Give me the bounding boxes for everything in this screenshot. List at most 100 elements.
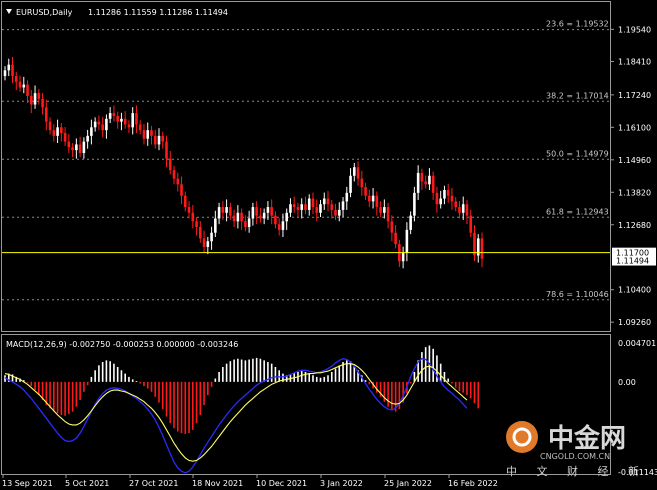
candle-body	[443, 190, 446, 199]
candle-body	[3, 70, 7, 77]
candle-body	[217, 207, 221, 219]
candle-body	[82, 141, 86, 153]
candle-body	[206, 241, 210, 247]
candle-body	[22, 84, 26, 88]
candle-body	[90, 127, 93, 136]
candle-body	[29, 96, 33, 105]
time-tick-label: 13 Sep 2021	[2, 479, 53, 488]
candle-body	[360, 178, 364, 188]
fib-level-label: 23.6 = 1.19532	[546, 20, 609, 29]
candle-body	[326, 198, 330, 205]
fib-level-label: 61.8 = 1.12943	[546, 207, 609, 216]
candle-body	[26, 84, 29, 96]
candle-body	[127, 124, 131, 128]
candle-body	[390, 221, 394, 233]
candle-body	[180, 184, 183, 196]
candle-body	[63, 133, 67, 142]
candle-body	[368, 195, 371, 202]
candle-body	[416, 172, 420, 193]
candle-body	[161, 135, 165, 142]
candle-body	[465, 204, 469, 216]
candle-body	[394, 232, 397, 245]
price-tick-label: 1.14960	[618, 156, 651, 165]
candle-body	[424, 181, 427, 185]
candle-body	[153, 135, 157, 145]
candle-body	[244, 221, 247, 228]
candle-body	[108, 113, 112, 119]
candle-body	[37, 93, 41, 99]
candle-body	[214, 218, 217, 233]
candle-body	[135, 113, 138, 125]
candle-body	[14, 76, 18, 82]
candle-body	[142, 130, 146, 139]
candle-body	[60, 127, 63, 134]
price-tick-label: 1.13820	[618, 188, 651, 197]
watermark-logo-icon	[506, 421, 538, 453]
candle-body	[480, 238, 484, 259]
candle-body	[11, 64, 14, 77]
candle-body	[345, 192, 349, 202]
candle-body	[259, 215, 262, 219]
candle-body	[172, 170, 176, 179]
candle-body	[383, 207, 386, 213]
candle-body	[322, 198, 326, 205]
candle-body	[401, 252, 405, 262]
candle-body	[176, 178, 180, 185]
candle-body	[266, 207, 270, 213]
price-tick-label: 1.17240	[618, 91, 651, 100]
candle-body	[191, 212, 195, 222]
current-price-label: 1.11494	[616, 257, 649, 266]
candle-body	[221, 207, 225, 213]
candle-body	[229, 207, 232, 216]
candle-body	[56, 127, 59, 136]
time-tick-label: 16 Feb 2022	[448, 479, 498, 488]
candle-body	[379, 207, 382, 213]
candle-body	[439, 198, 442, 205]
candle-body	[292, 204, 296, 208]
candle-body	[33, 93, 37, 105]
candle-body	[428, 175, 431, 185]
candle-body	[454, 201, 458, 208]
candle-body	[52, 130, 56, 136]
fib-level-label: 50.0 = 1.14979	[546, 149, 609, 158]
candle-body	[356, 167, 360, 179]
candle-body	[71, 147, 74, 151]
candle-body	[337, 209, 341, 216]
candle-body	[341, 201, 345, 210]
ohlc-values: 1.11286 1.11559 1.11286 1.11494	[88, 8, 228, 17]
price-tick-label: 1.18410	[618, 58, 651, 67]
candle-body	[240, 212, 243, 222]
macd-tick-label: 0.004701	[618, 339, 656, 348]
time-tick-label: 10 Dec 2021	[256, 479, 307, 488]
candle-body	[307, 198, 311, 210]
symbol-timeframe: EURUSD,Daily	[16, 8, 73, 17]
candle-body	[150, 130, 153, 136]
candle-body	[225, 207, 228, 213]
chart-background	[0, 0, 657, 490]
candle-body	[101, 124, 104, 131]
candle-body	[165, 141, 168, 159]
candle-body	[97, 121, 101, 125]
candle-body	[405, 229, 409, 253]
candle-body	[210, 232, 213, 242]
candle-body	[138, 124, 142, 131]
time-tick-label: 25 Jan 2022	[384, 479, 432, 488]
candle-body	[409, 215, 412, 230]
candle-body	[319, 204, 322, 213]
candle-body	[199, 227, 202, 239]
time-tick-label: 27 Oct 2021	[129, 479, 178, 488]
candle-body	[296, 207, 300, 210]
price-tick-label: 1.12680	[618, 221, 651, 230]
candle-body	[289, 204, 292, 213]
fib-level-label: 78.6 = 1.10046	[546, 290, 609, 299]
chart-window[interactable]: EURUSD,Daily 1.11286 1.11559 1.11286 1.1…	[0, 0, 657, 490]
watermark-domain: CNGOLD.COM.CN	[540, 452, 610, 461]
candle-body	[78, 144, 82, 153]
candle-body	[413, 192, 416, 216]
candle-body	[232, 215, 236, 222]
macd-tick-label: 0.00	[618, 378, 636, 387]
candle-body	[7, 64, 11, 71]
candle-body	[157, 135, 161, 145]
candle-body	[270, 207, 273, 216]
watermark-tagline: 中 文 财 经 新 媒	[506, 464, 657, 478]
